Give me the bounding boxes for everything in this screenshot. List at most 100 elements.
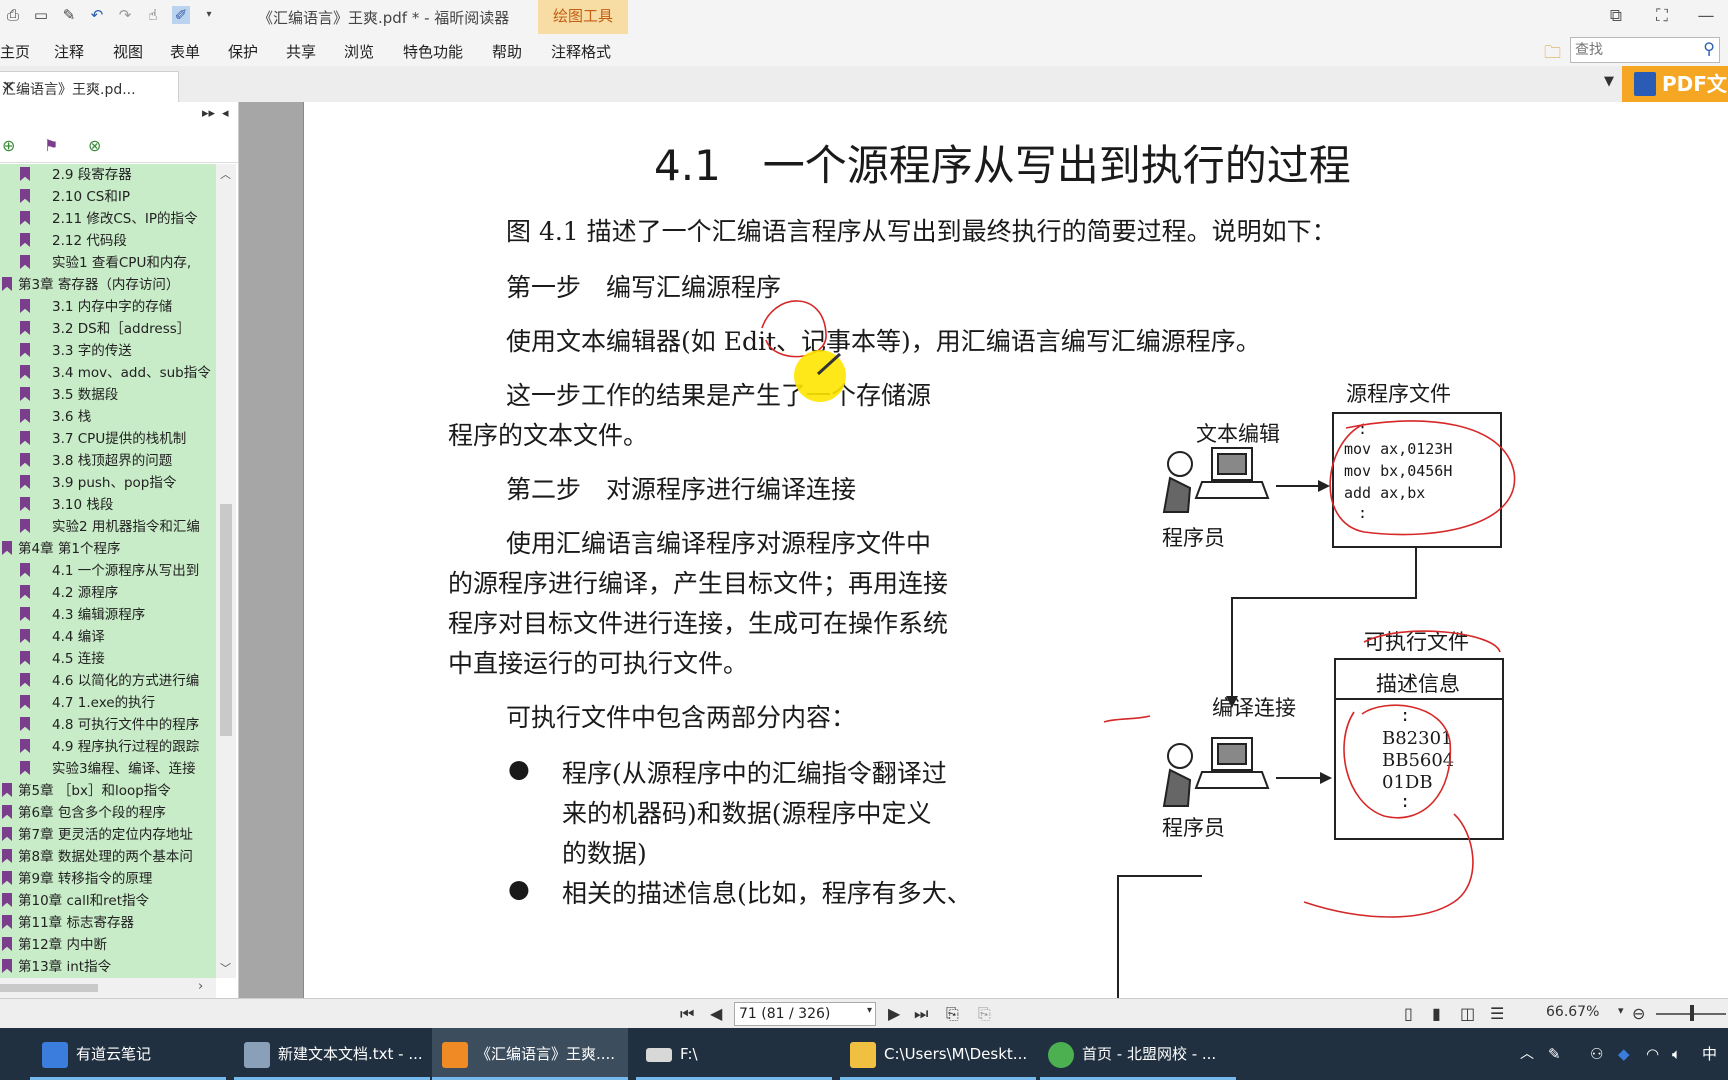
menu-comment-format[interactable]: 注释格式 <box>551 41 611 62</box>
bookmark-item[interactable]: 实验1 查看CPU和内存, <box>0 252 216 274</box>
tray-expand-icon[interactable]: ︿ <box>1520 1028 1534 1080</box>
menu-help[interactable]: 帮助 <box>492 41 522 62</box>
first-page-icon[interactable]: ⏮ <box>680 1004 694 1024</box>
page-dropdown-icon[interactable]: ▾ <box>867 1005 872 1016</box>
bookmark-item[interactable]: 4.2 源程序 <box>0 582 216 604</box>
bookmark-item[interactable]: 2.12 代码段 <box>0 230 216 252</box>
bookmark-vertical-scrollbar[interactable]: ︿ ﹀ <box>216 164 236 978</box>
expand-panel-icon[interactable]: ▸▸ <box>202 106 215 121</box>
horizontal-scrollbar-thumb[interactable] <box>0 984 98 992</box>
screen-icon[interactable]: ▭ <box>32 6 50 24</box>
bookmark-item[interactable]: 3.6 栈 <box>0 406 216 428</box>
search-input[interactable] <box>1571 38 1695 62</box>
bookmark-item[interactable]: 第10章 call和ret指令 <box>0 890 216 912</box>
bookmark-item[interactable]: 2.9 段寄存器 <box>0 164 216 186</box>
scroll-up-icon[interactable]: ︿ <box>220 166 231 182</box>
close-tab-icon[interactable]: ✕ <box>2 77 168 96</box>
zoom-slider-handle[interactable] <box>1690 1005 1694 1021</box>
bookmark-item[interactable]: 4.4 编译 <box>0 626 216 648</box>
bookmark-item[interactable]: 2.10 CS和IP <box>0 186 216 208</box>
bookmark-item[interactable]: 3.5 数据段 <box>0 384 216 406</box>
menu-share[interactable]: 共享 <box>286 41 316 62</box>
add-bookmark-icon[interactable]: ⊕ <box>2 136 15 155</box>
pdf-convert-button[interactable]: PDF文 <box>1622 66 1728 102</box>
bookmark-item[interactable]: 第6章 包含多个段的程序 <box>0 802 216 824</box>
ime-indicator[interactable]: 中 <box>1702 1028 1717 1080</box>
taskbar-drive-f[interactable]: F:\ <box>636 1028 832 1080</box>
hand-tool-icon[interactable]: ☝ <box>144 6 162 24</box>
bookmark-item[interactable]: 2.11 修改CS、IP的指令 <box>0 208 216 230</box>
search-box[interactable]: ⚲ <box>1570 37 1720 63</box>
menu-comment[interactable]: 注释 <box>54 41 84 62</box>
facing-pages-icon[interactable]: ◫ <box>1460 1004 1475 1023</box>
bookmark-item[interactable]: 4.3 编辑源程序 <box>0 604 216 626</box>
fullscreen-icon[interactable]: ⛶ <box>1648 4 1676 28</box>
bookmark-item[interactable]: 第4章 第1个程序 <box>0 538 216 560</box>
bookmark-item[interactable]: 4.1 一个源程序从写出到 <box>0 560 216 582</box>
taskbar-chrome[interactable]: 首页 - 北盟网校 - ... <box>1040 1028 1236 1080</box>
tray-people-icon[interactable]: ⚇ <box>1590 1028 1603 1080</box>
last-page-icon[interactable]: ⏭ <box>914 1004 928 1024</box>
document-tab[interactable]: 汇编语言》王爽.pd... ✕ <box>0 71 179 103</box>
minimize-icon[interactable]: — <box>1692 4 1720 28</box>
menu-features[interactable]: 特色功能 <box>403 41 463 62</box>
bookmark-item[interactable]: 第7章 更灵活的定位内存地址 <box>0 824 216 846</box>
continuous-page-icon[interactable]: ▮ <box>1432 1004 1441 1023</box>
single-page-icon[interactable]: ▯ <box>1404 1004 1413 1023</box>
tab-list-dropdown-icon[interactable]: ▼ <box>1604 74 1614 89</box>
pdf-page[interactable]: 4.1 一个源程序从写出到执行的过程 图 4.1 描述了一个汇编语言程序从写出到… <box>303 102 1728 998</box>
page-view-icon[interactable]: ⎘ <box>946 1004 959 1024</box>
menu-protect[interactable]: 保护 <box>228 41 258 62</box>
continuous-facing-icon[interactable]: ☰ <box>1490 1004 1504 1023</box>
undo-icon[interactable]: ↶ <box>88 6 106 24</box>
menu-browse[interactable]: 浏览 <box>344 41 374 62</box>
menu-view[interactable]: 视图 <box>113 41 143 62</box>
wifi-icon[interactable]: ◠ <box>1646 1028 1659 1080</box>
bookmark-item[interactable]: 实验2 用机器指令和汇编 <box>0 516 216 538</box>
bookmark-item[interactable]: 第9章 转移指令的原理 <box>0 868 216 890</box>
bookmark-item[interactable]: 3.10 栈段 <box>0 494 216 516</box>
menu-form[interactable]: 表单 <box>170 41 200 62</box>
page-number-field[interactable]: ▾ <box>734 1002 876 1026</box>
bookmark-item[interactable]: 第12章 内中断 <box>0 934 216 956</box>
zoom-level[interactable]: 66.67% <box>1546 1004 1599 1020</box>
tab-drawing-tools[interactable]: 绘图工具 <box>538 0 628 34</box>
bookmark-item[interactable]: 3.1 内存中字的存储 <box>0 296 216 318</box>
bookmark-item[interactable]: 3.3 字的传送 <box>0 340 216 362</box>
bookmark-item[interactable]: 4.9 程序执行过程的跟踪 <box>0 736 216 758</box>
bookmark-item[interactable]: 3.9 push、pop指令 <box>0 472 216 494</box>
bookmark-item[interactable]: 3.4 mov、add、sub指令 <box>0 362 216 384</box>
previous-page-icon[interactable]: ◀ <box>710 1004 722 1023</box>
taskbar-explorer[interactable]: C:\Users\M\Deskt... <box>840 1028 1036 1080</box>
collapse-panel-icon[interactable]: ◂ <box>222 106 229 121</box>
bookmark-item[interactable]: 3.2 DS和［address］ <box>0 318 216 340</box>
taskbar-youdao-note[interactable]: 有道云笔记 <box>30 1028 226 1080</box>
zoom-dropdown-icon[interactable]: ▾ <box>1618 1004 1624 1017</box>
bookmark-horizontal-scrollbar[interactable]: › <box>0 978 216 998</box>
bookmark-item[interactable]: 实验3编程、编译、连接 <box>0 758 216 780</box>
scroll-down-icon[interactable]: ﹀ <box>220 960 231 976</box>
new-file-icon[interactable]: ✎ <box>60 6 78 24</box>
bookmark-item[interactable]: 3.8 栈顶超界的问题 <box>0 450 216 472</box>
scrollbar-thumb[interactable] <box>220 504 232 736</box>
redo-icon[interactable]: ↷ <box>116 6 134 24</box>
bookmark-item[interactable]: 4.7 1.exe的执行 <box>0 692 216 714</box>
page-number-input[interactable] <box>735 1003 857 1025</box>
bookmark-item[interactable]: 3.7 CPU提供的栈机制 <box>0 428 216 450</box>
print-icon[interactable]: ⎙ <box>4 6 22 24</box>
bookmark-item[interactable]: 4.6 以简化的方式进行编 <box>0 670 216 692</box>
volume-icon[interactable]: 🔈︎ <box>1672 1028 1681 1080</box>
scroll-right-icon[interactable]: › <box>198 979 203 994</box>
customize-dropdown-icon[interactable]: ▾ <box>200 6 218 24</box>
bookmark-item[interactable]: 第11章 标志寄存器 <box>0 912 216 934</box>
next-page-icon[interactable]: ▶ <box>888 1004 900 1023</box>
bookmark-item[interactable]: 4.5 连接 <box>0 648 216 670</box>
zoom-out-icon[interactable]: ⊖ <box>1632 1004 1645 1023</box>
taskbar-foxit-reader[interactable]: 《汇编语言》王爽.... <box>432 1028 628 1080</box>
bookmark-flag-icon[interactable]: ⚑ <box>44 136 58 155</box>
search-icon[interactable]: ⚲ <box>1703 39 1715 58</box>
restore-icon[interactable]: ⧉ <box>1602 4 1630 28</box>
delete-bookmark-icon[interactable]: ⊗ <box>88 136 101 155</box>
bookmark-item[interactable]: 第5章 ［bx］和loop指令 <box>0 780 216 802</box>
tray-app-icon[interactable]: ✎ <box>1548 1028 1561 1080</box>
